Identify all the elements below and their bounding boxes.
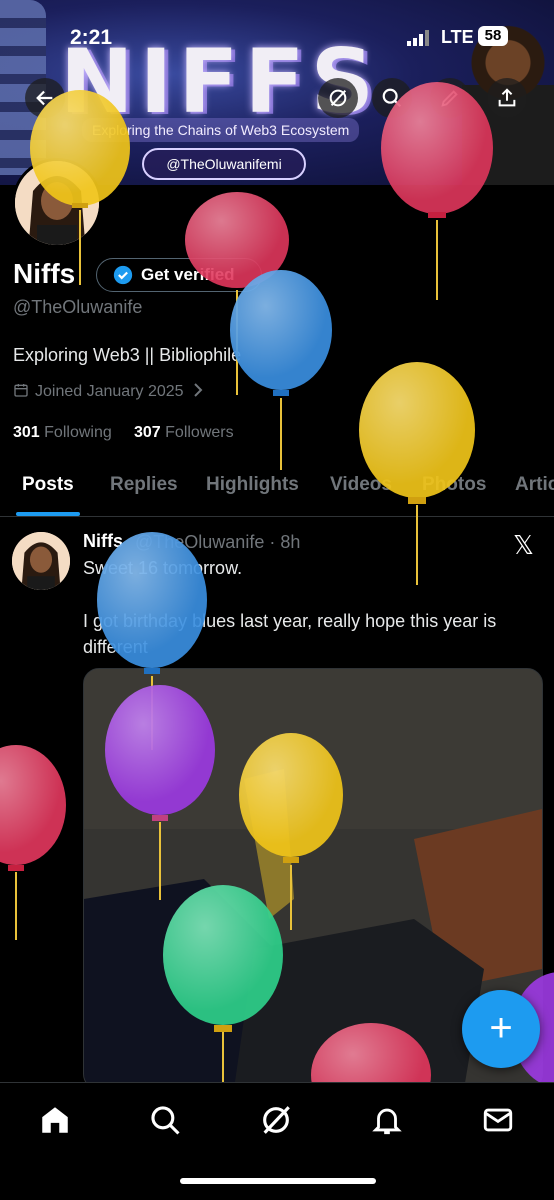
avatar-illustration [15, 161, 99, 245]
followers-label: Followers [165, 424, 234, 441]
grok-nav-icon[interactable] [259, 1103, 293, 1137]
share-icon [498, 88, 516, 107]
tab-articles[interactable]: Articles [515, 474, 554, 496]
grok-button[interactable] [318, 78, 358, 118]
explore-icon[interactable] [148, 1103, 182, 1137]
grok-icon [329, 89, 347, 107]
mail-icon[interactable] [481, 1103, 515, 1137]
back-arrow-icon [36, 90, 53, 106]
profile-bio: Exploring Web3 || Bibliophile [13, 345, 242, 365]
profile-avatar[interactable] [12, 158, 102, 248]
profile-handle: @TheOluwanife [13, 297, 143, 317]
following-label: Following [44, 424, 112, 441]
search-button[interactable] [372, 78, 412, 118]
profile-name: Niffs [13, 258, 76, 289]
share-button[interactable] [487, 78, 527, 118]
get-verified-label: Get verified [141, 265, 235, 284]
post-line1: Sweet 16 tomorrow. [83, 558, 243, 578]
home-indicator[interactable] [180, 1178, 376, 1184]
tab-photos[interactable]: Photos [422, 474, 486, 496]
follow-stats: 301 Following 307 Followers [13, 424, 234, 442]
bell-icon[interactable] [370, 1103, 404, 1137]
chevron-right-icon [194, 383, 203, 397]
post-avatar-illustration [12, 532, 70, 590]
tab-videos[interactable]: Videos [330, 474, 392, 496]
banner-handle: @TheOluwanifemi [142, 148, 306, 180]
banner-subtitle: Exploring the Chains of Web3 Ecosystem [82, 118, 360, 142]
back-button[interactable] [25, 78, 65, 118]
followers-count: 307 [133, 424, 161, 441]
edit-icon [441, 90, 458, 107]
post-handle-time: @TheOluwanife · 8h [135, 532, 301, 552]
edit-button[interactable] [430, 78, 470, 118]
post-text: I got birthday blues last year, really h… [83, 611, 497, 657]
joined-date[interactable]: Joined January 2025 [13, 382, 204, 401]
post-author[interactable]: Niffs [83, 531, 123, 552]
balloon-blue-1 [230, 270, 332, 470]
tab-posts[interactable]: Posts [22, 474, 74, 496]
compose-button[interactable]: + [462, 990, 540, 1068]
calendar-icon [14, 384, 28, 397]
balloon-red-3 [0, 745, 66, 940]
signal-icon [407, 30, 429, 46]
post-avatar[interactable] [12, 532, 70, 590]
network-label: LTE [441, 27, 474, 47]
get-verified-button[interactable]: Get verified [96, 258, 262, 292]
battery-indicator: 58 [478, 26, 508, 46]
status-time: 2:21 [70, 26, 113, 49]
verified-badge-icon [113, 265, 133, 285]
following-link[interactable]: 301 Following [13, 424, 112, 441]
search-icon [382, 88, 402, 108]
profile-tabs: Posts Replies Highlights Videos Photos A… [0, 458, 554, 517]
tab-highlights[interactable]: Highlights [206, 474, 299, 496]
x-logo-icon: 𝕏 [513, 530, 534, 560]
followers-link[interactable]: 307 Followers [134, 424, 234, 441]
status-bar: 2:21 LTE 58 [0, 0, 554, 70]
joined-label: Joined January 2025 [35, 383, 184, 400]
home-icon[interactable] [38, 1103, 72, 1137]
following-count: 301 [13, 424, 40, 441]
tab-replies[interactable]: Replies [110, 474, 178, 496]
active-tab-indicator [16, 512, 80, 516]
